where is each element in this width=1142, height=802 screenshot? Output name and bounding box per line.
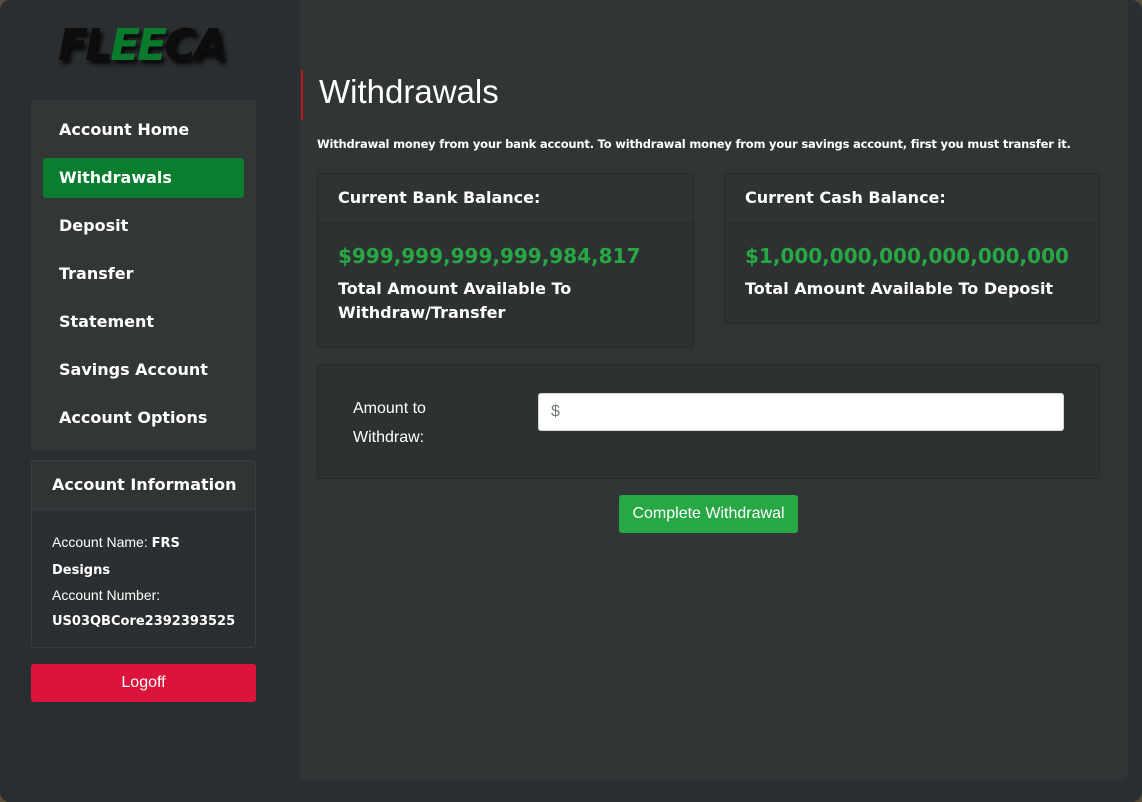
app-window: FLEECA Account Home Withdrawals Deposit … [0,0,1142,802]
nav-item-deposit[interactable]: Deposit [43,206,244,246]
bank-balance-header: Current Bank Balance: [318,174,693,223]
amount-to-withdraw-label: Amount to Withdraw: [353,400,426,446]
withdraw-form-panel: Amount to Withdraw: [317,364,1100,479]
bank-balance-caption: Total Amount Available To Withdraw/Trans… [338,279,572,322]
amount-to-withdraw-input[interactable] [539,394,1063,430]
account-information-panel: Account Information Account Name: FRS De… [31,460,256,648]
nav-item-savings-account[interactable]: Savings Account [43,350,244,390]
cash-balance-amount: $1,000,000,000,000,000,000 [745,244,1069,268]
bank-balance-card: Current Bank Balance: $999,999,999,999,9… [317,173,694,348]
sidebar: FLEECA Account Home Withdrawals Deposit … [0,0,290,802]
amount-input-wrapper [538,393,1064,431]
account-number-label: Account Number: [52,587,161,603]
cash-balance-caption: Total Amount Available To Deposit [745,279,1054,298]
nav-item-account-options[interactable]: Account Options [43,398,244,438]
main-content: Withdrawals Withdrawal money from your b… [300,0,1128,780]
bank-balance-body: $999,999,999,999,984,817 Total Amount Av… [318,223,693,325]
nav-item-withdrawals[interactable]: Withdrawals [43,158,244,198]
fleeca-logo: FLEECA [58,18,238,74]
account-name-label: Account Name: [52,534,148,550]
page-title: Withdrawals [301,70,499,120]
nav-menu: Account Home Withdrawals Deposit Transfe… [31,100,256,450]
account-information-title: Account Information [32,461,255,510]
cash-balance-card: Current Cash Balance: $1,000,000,000,000… [724,173,1100,324]
nav-item-account-home[interactable]: Account Home [43,110,244,150]
cash-balance-header: Current Cash Balance: [725,174,1099,223]
logoff-button[interactable]: Logoff [31,664,256,702]
account-number-value: US03QBCore2392393525 [52,613,236,629]
nav-item-statement[interactable]: Statement [43,302,244,342]
page-description: Withdrawal money from your bank account.… [317,137,1071,151]
logo-text: FLEECA [58,20,228,71]
nav-item-transfer[interactable]: Transfer [43,254,244,294]
account-information-body: Account Name: FRS Designs Account Number… [32,510,255,634]
complete-withdrawal-button[interactable]: Complete Withdrawal [619,495,798,533]
bank-balance-amount: $999,999,999,999,984,817 [338,244,641,268]
cash-balance-body: $1,000,000,000,000,000,000 Total Amount … [725,223,1099,301]
